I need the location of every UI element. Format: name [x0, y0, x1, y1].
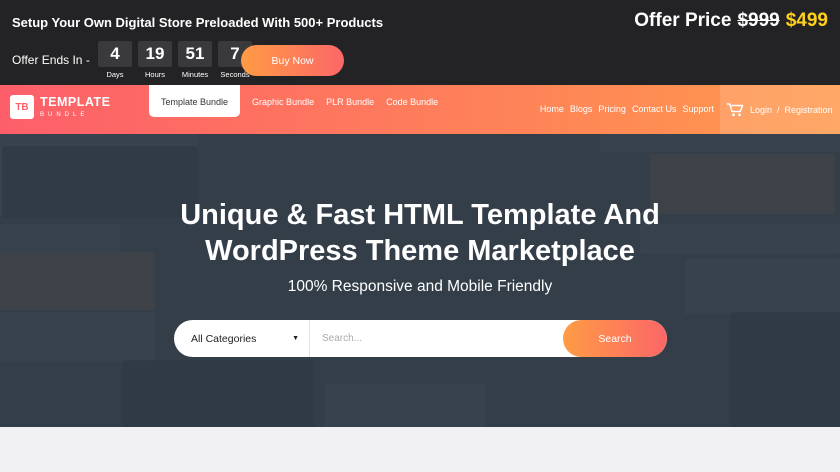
hero-subtitle: 100% Responsive and Mobile Friendly [287, 278, 553, 295]
buy-now-button[interactable]: Buy Now [241, 45, 344, 76]
tab-plr-bundle[interactable]: PLR Bundle [320, 85, 380, 117]
search-button[interactable]: Search [563, 320, 667, 357]
nav-link-contact-us[interactable]: Contact Us [632, 104, 677, 114]
countdown-hours-label: Hours [144, 70, 165, 79]
main-navigation: TB TEMPLATE BUNDLE Template Bundle Graph… [0, 85, 840, 134]
old-price: $999 [737, 10, 780, 31]
countdown-days-value: 4 [98, 41, 132, 67]
content-area [0, 427, 840, 472]
hero-section: Unique & Fast HTML Template And WordPres… [0, 134, 840, 427]
login-link[interactable]: Login [750, 105, 772, 115]
nav-link-pricing[interactable]: Pricing [598, 104, 626, 114]
auth-links: Login / Registration [750, 105, 833, 115]
logo-sub-text: BUNDLE [40, 111, 89, 118]
hero-title: Unique & Fast HTML Template And WordPres… [0, 197, 840, 269]
registration-link[interactable]: Registration [785, 105, 833, 115]
tab-template-bundle[interactable]: Template Bundle [149, 85, 241, 117]
hero-title-line-2: WordPress Theme Marketplace [205, 235, 635, 267]
nav-links: Home Blogs Pricing Contact Us Support [540, 104, 714, 114]
cart-icon[interactable] [726, 102, 744, 118]
offer-bar: Setup Your Own Digital Store Preloaded W… [0, 0, 840, 85]
tab-code-bundle[interactable]: Code Bundle [380, 85, 444, 117]
countdown-minutes: 51 Minutes [178, 41, 212, 79]
offer-ends-label: Offer Ends In - [12, 53, 90, 67]
offer-price: Offer Price $999 $499 [634, 10, 828, 32]
nav-link-blogs[interactable]: Blogs [570, 104, 593, 114]
logo-main-text: TEMPLATE [40, 95, 111, 110]
countdown-days-label: Days [106, 70, 124, 79]
countdown-timer: 4 Days 19 Hours 51 Minutes 7 Seconds [98, 41, 252, 79]
caret-down-icon: ▼ [292, 335, 299, 342]
bundle-tabs: Template Bundle Graphic Bundle PLR Bundl… [149, 85, 444, 117]
search-bar: All Categories ▼ Search [174, 320, 667, 357]
tab-graphic-bundle[interactable]: Graphic Bundle [246, 85, 320, 117]
countdown-hours: 19 Hours [138, 41, 172, 79]
countdown-days: 4 Days [98, 41, 132, 79]
category-select-value: All Categories [191, 332, 257, 345]
new-price: $499 [785, 10, 828, 31]
account-area: Login / Registration [720, 85, 840, 134]
countdown-minutes-label: Minutes [181, 70, 209, 79]
nav-link-home[interactable]: Home [540, 104, 564, 114]
logo-mark-icon: TB [10, 95, 34, 119]
category-select[interactable]: All Categories ▼ [174, 320, 310, 357]
countdown-hours-value: 19 [138, 41, 172, 67]
offer-headline: Setup Your Own Digital Store Preloaded W… [12, 15, 384, 30]
countdown-minutes-value: 51 [178, 41, 212, 67]
hero-title-line-1: Unique & Fast HTML Template And [180, 199, 660, 231]
search-input[interactable] [310, 320, 563, 357]
nav-link-support[interactable]: Support [682, 104, 714, 114]
offer-price-label: Offer Price [634, 10, 732, 31]
auth-separator: / [777, 104, 780, 115]
site-logo[interactable]: TB TEMPLATE BUNDLE [10, 95, 110, 119]
